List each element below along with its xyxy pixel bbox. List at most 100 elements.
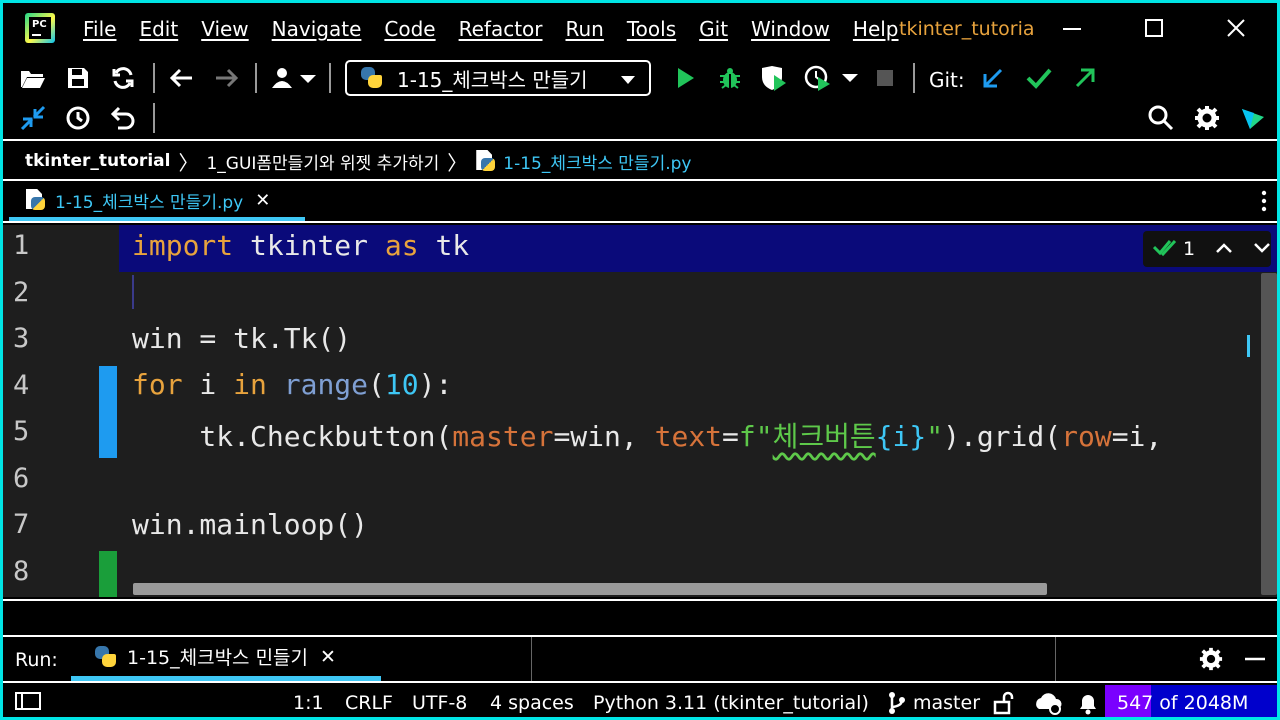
- toggle-tool-windows-icon[interactable]: [15, 691, 41, 716]
- python-icon: [359, 66, 385, 90]
- editor-tab-bar: 1-15_체크박스 만들기.py ✕: [3, 183, 1277, 223]
- added-line-marker[interactable]: [99, 551, 117, 597]
- code-editor[interactable]: 1 2 3 4 5 6 7 8 import tkinter as tk win…: [3, 225, 1277, 597]
- minimize-panel-icon[interactable]: [1241, 645, 1269, 673]
- search-icon[interactable]: [1147, 104, 1175, 132]
- line-number: 8: [13, 556, 30, 587]
- breadcrumb-folder[interactable]: 1_GUI폼만들기와 위젯 추가하기: [206, 149, 439, 174]
- indent-setting[interactable]: 4 spaces: [490, 692, 574, 714]
- modified-lines-marker[interactable]: [99, 366, 117, 458]
- code-line-4: for i in range(10):: [132, 368, 453, 401]
- menu-refactor[interactable]: Refactor: [459, 17, 543, 41]
- python-file-icon: [25, 189, 47, 211]
- run-tab-label: 1-15_체크박스 민들기: [127, 647, 309, 669]
- maximize-icon[interactable]: [1137, 11, 1171, 45]
- profile-dropdown-icon[interactable]: [803, 64, 859, 92]
- settings-gear-icon[interactable]: [1193, 104, 1221, 132]
- menu-edit[interactable]: Edit: [139, 17, 178, 41]
- code-line-7: win.mainloop(): [132, 508, 369, 541]
- rollback-icon[interactable]: [109, 104, 137, 132]
- run-panel-header: [3, 599, 1277, 637]
- unlock-icon[interactable]: [993, 691, 1015, 717]
- toolbar-separator: [913, 63, 915, 93]
- text-caret: [132, 275, 134, 309]
- horizontal-scrollbar[interactable]: [133, 583, 1047, 595]
- run-configuration-selector[interactable]: 1-15_체크박스 만들기: [345, 60, 651, 96]
- open-folder-icon[interactable]: [19, 64, 47, 92]
- status-bar: 1:1 CRLF UTF-8 4 spaces Python 3.11 (tki…: [3, 685, 1277, 717]
- close-run-tab-icon[interactable]: ✕: [320, 646, 336, 668]
- chevron-down-icon[interactable]: [1253, 240, 1271, 259]
- user-dropdown-icon[interactable]: [269, 64, 319, 92]
- git-commit-check-icon[interactable]: [1025, 64, 1053, 92]
- vertical-scrollbar[interactable]: [1261, 273, 1277, 595]
- ide-window: PC File Edit View Navigate Code Refactor…: [0, 0, 1280, 720]
- sync-icon[interactable]: [109, 64, 137, 92]
- pycharm-logo-icon[interactable]: PC: [25, 13, 55, 43]
- chevron-right-icon: 〉: [178, 150, 199, 175]
- merge-arrows-icon[interactable]: [19, 104, 47, 132]
- code-line-5: tk.Checkbutton(master=win, text=f"체크버튼{i…: [132, 420, 1163, 453]
- breadcrumb-file[interactable]: 1-15_체크박스 만들기.py: [503, 149, 691, 174]
- line-number: 7: [13, 509, 30, 540]
- stop-icon[interactable]: [871, 64, 899, 92]
- line-number: 1: [13, 230, 30, 261]
- save-icon[interactable]: [64, 64, 92, 92]
- scroll-change-marker: [1247, 335, 1250, 357]
- chevron-down-icon: [619, 68, 637, 97]
- git-branch-icon: [887, 691, 907, 717]
- python-file-icon: [475, 150, 497, 172]
- git-push-icon[interactable]: [1071, 64, 1099, 92]
- close-tab-icon[interactable]: ✕: [255, 190, 270, 211]
- menu-help[interactable]: Help: [853, 17, 899, 41]
- panel-divider: [531, 637, 532, 681]
- cloud-sync-icon[interactable]: [1033, 691, 1063, 717]
- caret-position[interactable]: 1:1: [293, 692, 324, 714]
- line-number-gutter[interactable]: 1 2 3 4 5 6 7 8: [3, 225, 119, 597]
- run-settings-gear-icon[interactable]: [1197, 645, 1225, 673]
- more-vertical-icon[interactable]: [1261, 189, 1267, 218]
- debug-icon[interactable]: [716, 64, 744, 92]
- menu-file[interactable]: File: [83, 17, 116, 41]
- git-label: Git:: [929, 68, 965, 92]
- menu-window[interactable]: Window: [751, 17, 830, 41]
- run-tool-window-bar: Run: 1-15_체크박스 민들기 ✕: [3, 637, 1277, 683]
- double-check-icon: [1152, 237, 1177, 261]
- python-interpreter[interactable]: Python 3.11 (tkinter_tutorial): [593, 692, 869, 714]
- minimize-icon[interactable]: [1055, 11, 1089, 45]
- run-configuration-label: 1-15_체크박스 만들기: [397, 67, 588, 92]
- menu-run[interactable]: Run: [566, 17, 604, 41]
- forward-arrow-icon[interactable]: [213, 64, 241, 92]
- toolbar-separator: [255, 63, 257, 93]
- line-number: 2: [13, 277, 30, 308]
- line-number: 4: [13, 370, 30, 401]
- coverage-icon[interactable]: [760, 64, 788, 92]
- memory-indicator[interactable]: 547 of 2048M: [1105, 685, 1277, 717]
- run-label: Run:: [15, 649, 58, 671]
- main-toolbar: 1-15_체크박스 만들기 Git:: [3, 57, 1277, 141]
- git-update-icon[interactable]: [979, 64, 1007, 92]
- toolbar-separator: [153, 63, 155, 93]
- menu-git[interactable]: Git: [699, 17, 728, 41]
- menu-view[interactable]: View: [201, 17, 248, 41]
- memory-usage-text: 547 of 2048M: [1117, 692, 1249, 714]
- chevron-up-icon[interactable]: [1215, 240, 1233, 259]
- back-arrow-icon[interactable]: [167, 64, 195, 92]
- menu-tools[interactable]: Tools: [627, 17, 676, 41]
- chevron-right-icon: 〉: [447, 150, 468, 175]
- line-separator[interactable]: CRLF: [345, 692, 393, 714]
- inspection-widget[interactable]: 1: [1143, 231, 1271, 267]
- git-branch[interactable]: master: [913, 692, 980, 714]
- notifications-bell-icon[interactable]: [1077, 691, 1099, 717]
- jetbrains-ai-icon[interactable]: [1239, 104, 1267, 132]
- menu-navigate[interactable]: Navigate: [272, 17, 362, 41]
- menu-code[interactable]: Code: [384, 17, 435, 41]
- history-clock-icon[interactable]: [64, 104, 92, 132]
- run-tab[interactable]: 1-15_체크박스 민들기 ✕: [71, 637, 381, 681]
- breadcrumb-project[interactable]: tkinter_tutorial: [25, 151, 170, 171]
- line-number: 5: [13, 416, 30, 447]
- file-encoding[interactable]: UTF-8: [412, 692, 467, 714]
- close-window-icon[interactable]: [1219, 11, 1253, 45]
- run-icon[interactable]: [671, 64, 699, 92]
- editor-tab-active[interactable]: 1-15_체크박스 만들기.py ✕: [9, 183, 305, 221]
